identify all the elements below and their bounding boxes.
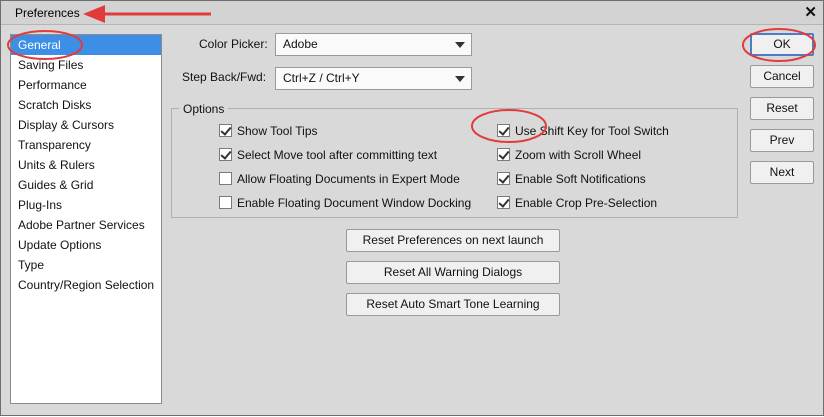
dialog-title: Preferences [15,6,80,20]
sidebar-item-adobe-partner-services[interactable]: Adobe Partner Services [11,215,161,235]
option-label: Enable Soft Notifications [515,172,646,186]
step-back-value: Ctrl+Z / Ctrl+Y [283,71,360,85]
category-list: General Saving Files Performance Scratch… [10,34,162,404]
step-back-label: Step Back/Fwd: [182,70,267,84]
color-picker-select[interactable]: Adobe [275,33,472,56]
checkbox[interactable] [219,124,232,137]
preferences-dialog: Preferences ✕ General Saving Files Perfo… [0,0,824,416]
step-back-select[interactable]: Ctrl+Z / Ctrl+Y [275,67,472,90]
option-label: Zoom with Scroll Wheel [515,148,642,162]
sidebar-item-transparency[interactable]: Transparency [11,135,161,155]
checkbox[interactable] [497,148,510,161]
color-picker-label: Color Picker: [199,37,268,51]
checkbox[interactable] [219,148,232,161]
sidebar-item-update-options[interactable]: Update Options [11,235,161,255]
checkbox[interactable] [219,196,232,209]
checkbox[interactable] [497,196,510,209]
chevron-down-icon [455,42,465,48]
option-label: Select Move tool after committing text [237,148,438,162]
checkbox[interactable] [497,172,510,185]
sidebar-item-saving-files[interactable]: Saving Files [11,55,161,75]
checkbox[interactable] [219,172,232,185]
sidebar-item-units-rulers[interactable]: Units & Rulers [11,155,161,175]
option-label: Use Shift Key for Tool Switch [515,124,669,138]
reset-warning-dialogs-button[interactable]: Reset All Warning Dialogs [346,261,560,284]
sidebar-item-guides-grid[interactable]: Guides & Grid [11,175,161,195]
sidebar-item-scratch-disks[interactable]: Scratch Disks [11,95,161,115]
prev-button[interactable]: Prev [750,129,814,152]
sidebar-item-country-region[interactable]: Country/Region Selection [11,275,161,295]
sidebar-item-type[interactable]: Type [11,255,161,275]
sidebar-item-performance[interactable]: Performance [11,75,161,95]
option-label: Enable Crop Pre-Selection [515,196,658,210]
close-icon[interactable]: ✕ [804,3,817,21]
sidebar-item-plug-ins[interactable]: Plug-Ins [11,195,161,215]
sidebar-item-display-cursors[interactable]: Display & Cursors [11,115,161,135]
checkbox[interactable] [497,124,510,137]
chevron-down-icon [455,76,465,82]
title-bar[interactable]: Preferences ✕ [1,1,823,25]
cancel-button[interactable]: Cancel [750,65,814,88]
option-label: Show Tool Tips [237,124,318,138]
option-label: Enable Floating Document Window Docking [237,196,472,210]
option-label: Allow Floating Documents in Expert Mode [237,172,460,186]
reset-smart-tone-button[interactable]: Reset Auto Smart Tone Learning [346,293,560,316]
color-picker-value: Adobe [283,37,318,51]
reset-button[interactable]: Reset [750,97,814,120]
reset-preferences-button[interactable]: Reset Preferences on next launch [346,229,560,252]
options-group-label: Options [179,102,229,116]
next-button[interactable]: Next [750,161,814,184]
ok-button[interactable]: OK [750,33,814,56]
sidebar-item-general[interactable]: General [11,35,161,55]
